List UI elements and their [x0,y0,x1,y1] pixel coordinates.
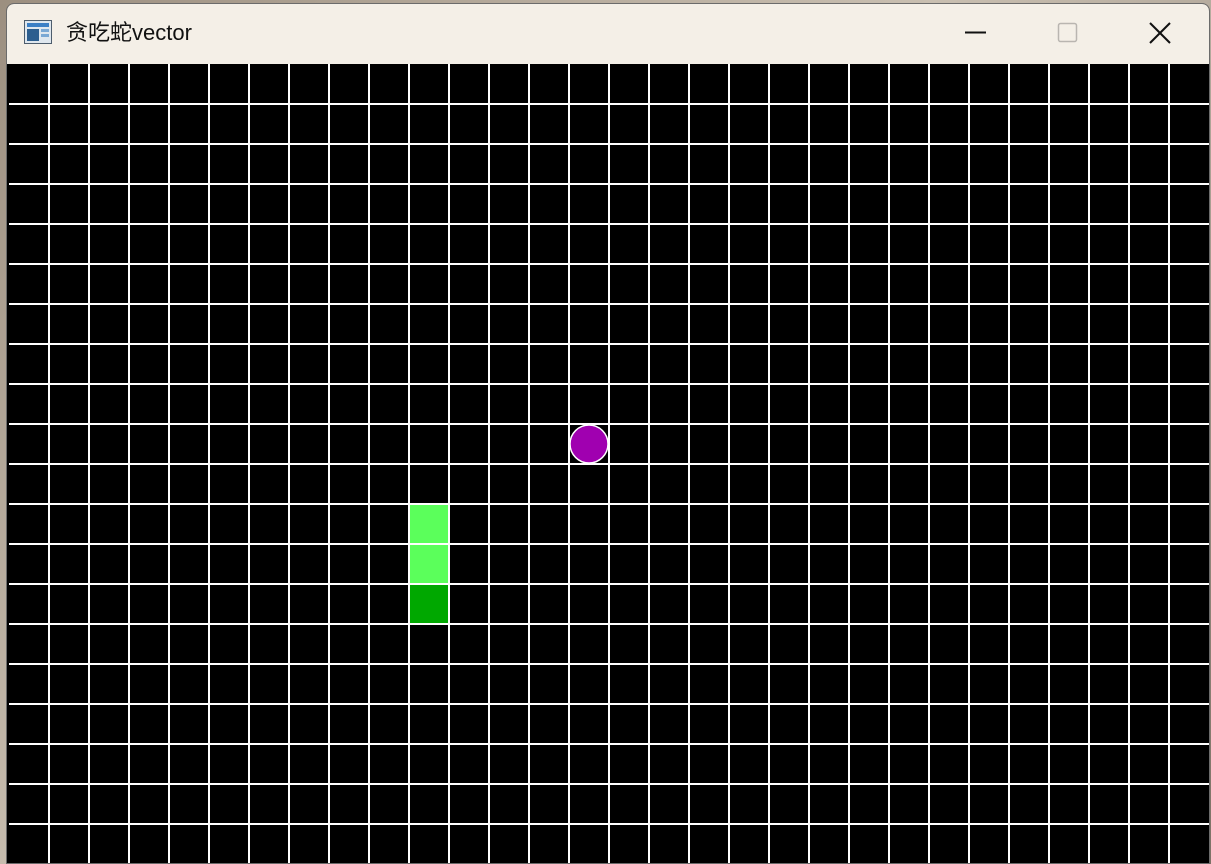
game-grid [9,64,1209,863]
minimize-icon [965,22,987,44]
close-icon [1148,21,1172,45]
window-title: 贪吃蛇vector [66,20,192,45]
maximize-button[interactable] [1022,4,1114,62]
game-window: 贪吃蛇vector [6,3,1210,864]
snake-body-segment [409,504,449,544]
snake-head [409,584,449,624]
food-item [569,424,609,464]
game-board[interactable] [9,64,1209,863]
title-bar[interactable]: 贪吃蛇vector [7,4,1209,64]
close-button[interactable] [1114,4,1206,62]
maximize-icon [1057,22,1079,44]
minimize-button[interactable] [930,4,1022,62]
snake-body-segment [409,544,449,584]
app-icon [24,20,52,44]
